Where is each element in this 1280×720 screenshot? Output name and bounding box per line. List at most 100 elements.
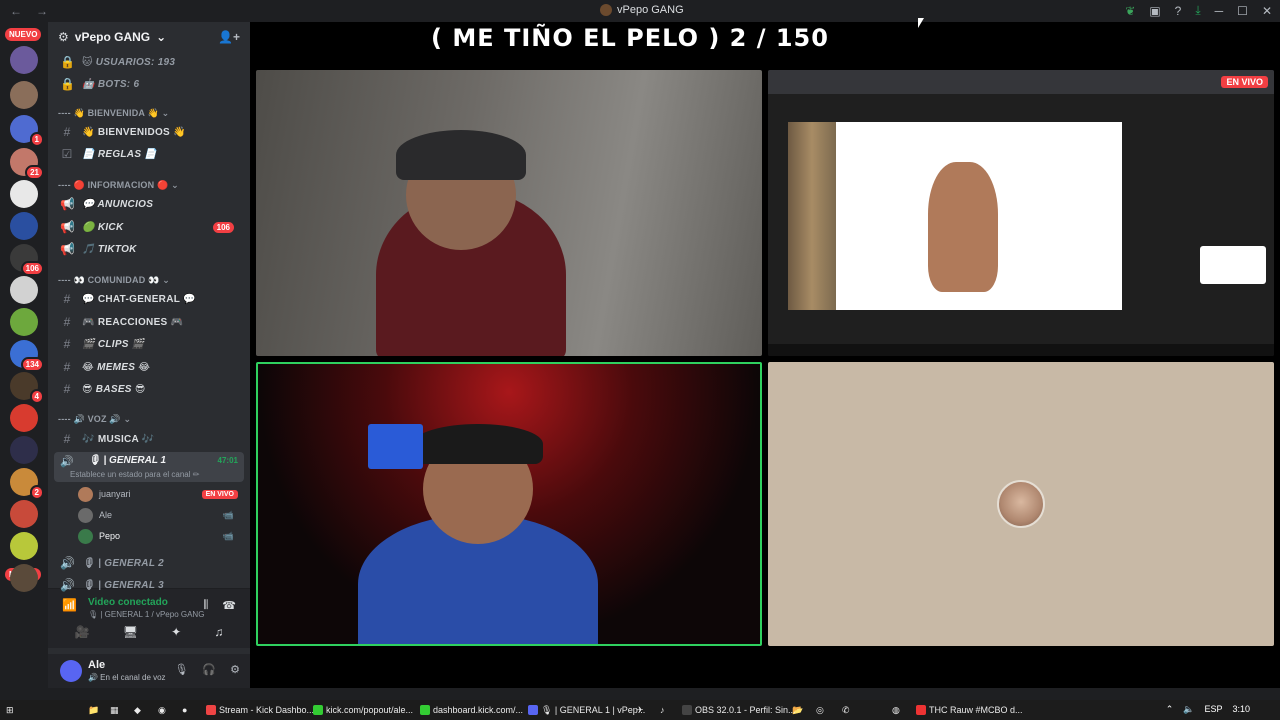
server-icon[interactable]: 21 [10,148,44,180]
headphones-icon[interactable]: 🎧 [202,663,216,676]
channel-item[interactable]: # 💬 CHAT-GENERAL 💬 [56,289,244,309]
instagram-icon[interactable]: ◎ [816,703,824,717]
whatsapp-icon[interactable]: ✆ [842,703,850,717]
activities-icon[interactable]: ✦ [171,625,181,639]
app-icon [313,705,323,715]
volume-icon[interactable]: 🔈 [1183,704,1194,715]
voice-member[interactable]: Pepo 📹 [78,527,244,545]
maximize-icon[interactable]: ☐ [1237,4,1248,18]
video-tile-pepo[interactable] [256,362,762,646]
server-icon[interactable] [10,404,38,432]
windows-start-icon[interactable]: ⊞ [6,703,14,717]
tiktok-icon[interactable]: ♪ [660,703,665,717]
channel-item[interactable]: # 🎬 CLIPS 🎬 [56,334,244,354]
clock[interactable]: 3:10 [1232,704,1250,715]
server-icon[interactable] [10,46,38,74]
voice-channel-general-1[interactable]: 🔊 🎙 | GENERAL 1 47:01 Establece un estad… [54,452,244,482]
server-icon[interactable]: 2 [10,468,44,500]
app-icon[interactable]: ● [182,703,187,717]
mouse-cursor-icon [918,18,924,28]
taskbar-window[interactable]: dashboard.kick.com/... [420,703,523,717]
chevron-up-icon[interactable]: ⌃ [1166,704,1174,715]
close-icon[interactable]: ✕ [1262,4,1272,18]
channel-item[interactable]: # 🎮 REACCIONES 🎮 [56,312,244,332]
taskbar-window-label: dashboard.kick.com/... [433,705,524,715]
voice-channel-item[interactable]: 🔊 🎙 | GENERAL 3 [56,575,244,595]
voice-member[interactable]: juanyari EN VIVO [78,485,244,503]
taskbar-window[interactable]: 🎙 | GENERAL 1 | vPep... [528,703,645,717]
screenshare-icon[interactable]: 🖥 [123,625,138,639]
voice-member[interactable]: Ale 📹 [78,506,244,524]
channel-item[interactable]: ☑ 📄 REGLAS 📄 [56,144,244,164]
channel-item[interactable]: 📢 💬 ANUNCIOS [56,194,244,214]
disconnect-icon[interactable]: ☎ [222,599,236,612]
forward-arrow-icon[interactable]: → [36,4,48,18]
spotify-icon[interactable]: ◍ [892,703,900,717]
app-icon[interactable]: ◉ [158,703,166,717]
invite-people-icon[interactable]: 👤+ [218,30,240,44]
image-thumbnail[interactable] [1200,246,1266,284]
app-icon[interactable]: ▦ [110,703,119,717]
settings-gear-icon[interactable]: ⚙ [230,663,240,676]
voice-connected-channel[interactable]: 🎙 | GENERAL 1 / vPepo GANG [88,610,204,619]
server-icon[interactable]: 1 [10,115,44,147]
microphone-icon[interactable]: 🎙 [174,663,188,676]
taskbar-window[interactable]: Stream - Kick Dashbo... [206,703,314,717]
channel-status[interactable]: Establece un estado para el canal ✏ [70,470,199,479]
window-title: vPepo GANG [600,4,684,16]
server-icon[interactable]: 4 [10,372,44,404]
server-icon[interactable] [10,500,38,528]
channel-item[interactable]: # 🎶 MUSICA 🎶 [56,429,244,449]
user-name[interactable]: Ale [88,659,105,671]
channel-item[interactable]: # 😂 MEMES 😂 [56,357,244,377]
channel-item[interactable]: 📢 🟢 KICK 106 [56,217,244,237]
file-explorer-icon[interactable]: 📁 [88,703,99,717]
server-icon[interactable] [10,276,38,304]
webcam-person-cap [413,424,543,464]
voice-channel-item[interactable]: 🔊 🎙 | GENERAL 2 [56,553,244,573]
taskbar-window[interactable]: THC Rauw #MCBO d... [916,703,1023,717]
camera-icon[interactable]: 🎥 [75,625,90,639]
voice-connected-label[interactable]: Video conectado [88,597,168,608]
channel-item[interactable]: 🔒 🐱 USUARIOS: 193 [56,52,244,72]
channel-category[interactable]: ---- 👀 COMUNIDAD 👀 ⌄ [58,275,170,286]
server-icon[interactable] [10,532,38,560]
server-icon[interactable] [10,308,38,336]
server-icon[interactable]: 106 [10,244,44,276]
server-header[interactable]: ⚙ vPepo GANG ⌄ 👤+ [48,22,250,52]
channel-item[interactable]: # 😎 BASES 😎 [56,379,244,399]
back-arrow-icon[interactable]: ← [10,4,22,18]
avatar[interactable] [60,660,82,682]
server-icon[interactable] [10,564,38,592]
video-tile-juanyari[interactable] [256,70,762,356]
video-tile-ale[interactable] [768,362,1274,646]
server-icon[interactable] [10,81,38,109]
nitro-leaf-icon[interactable]: ❦ [1125,4,1135,18]
noise-suppression-icon[interactable]: ⫼ [203,599,208,612]
channel-label: 🎶 MUSICA 🎶 [82,433,155,445]
taskbar-window[interactable]: kick.com/popout/ale... [313,703,413,717]
minimize-icon[interactable]: ─ [1215,4,1224,18]
channel-category[interactable]: ---- 🔊 VOZ 🔊 ⌄ [58,414,131,425]
channel-item[interactable]: # 👋 BIENVENIDOS 👋 [56,122,244,142]
voice-channel-name: 🎙 | GENERAL 1 [88,455,167,466]
soundboard-icon[interactable]: ♫ [214,625,223,639]
server-icon[interactable] [10,212,38,240]
channel-category[interactable]: ---- 👋 BIENVENIDA 👋 ⌄ [58,108,169,119]
channel-label: 🟢 KICK [82,221,124,233]
inbox-icon[interactable]: ▣ [1149,4,1160,18]
channel-category[interactable]: ---- 🔴 INFORMACION 🔴 ⌄ [58,180,179,191]
app-icon[interactable]: ◆ [134,703,141,717]
taskbar-window[interactable]: OBS 32.0.1 - Perfil: Sin... [682,703,796,717]
app-icon [682,705,692,715]
server-icon[interactable] [10,436,38,464]
webcam-person-cap [396,130,526,180]
channel-item[interactable]: 📢 🎵 TIKTOK [56,239,244,259]
download-icon[interactable]: ⤓ [1195,3,1200,18]
channel-item[interactable]: 🔒 🤖 BOTS: 6 [56,74,244,94]
help-icon[interactable]: ? [1175,4,1182,18]
server-icon[interactable] [10,180,38,208]
server-icon[interactable]: 134 [10,340,44,372]
screenshare-tile[interactable]: EN VIVO [768,70,1274,356]
language-indicator[interactable]: ESP [1204,704,1222,715]
